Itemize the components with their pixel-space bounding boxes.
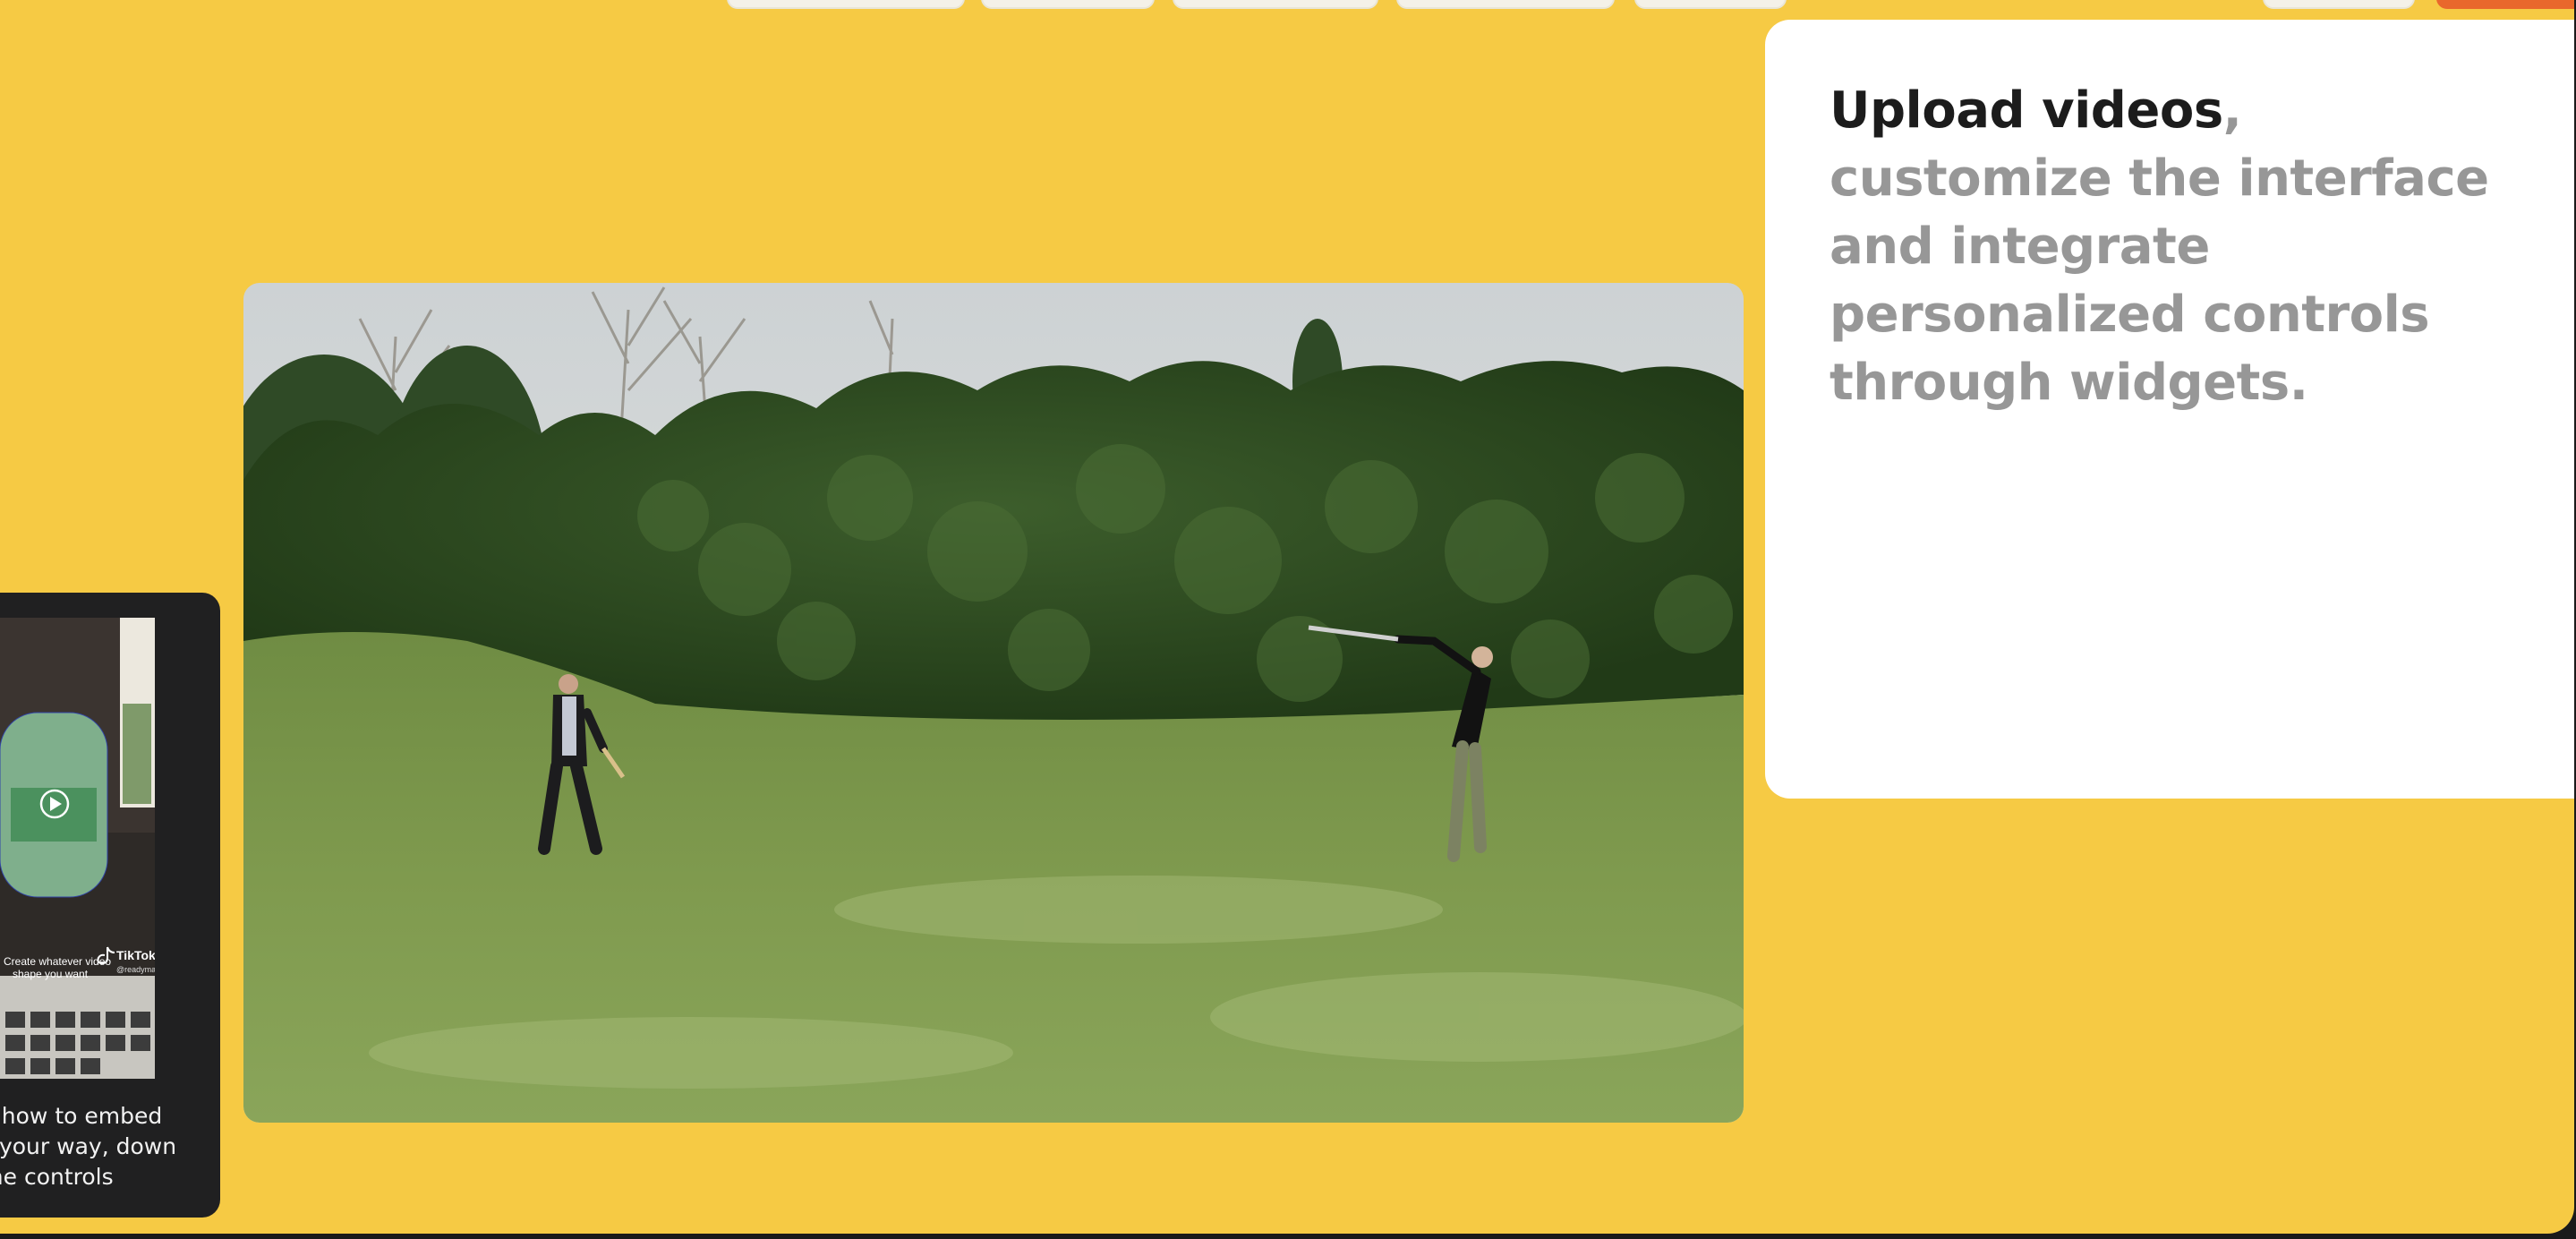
thumb-overlay-text-1: Create whatever video <box>4 955 111 968</box>
nav-tab[interactable] <box>981 0 1155 9</box>
video-player[interactable] <box>243 283 1744 1123</box>
thumbnail-image: Create whatever video shape you want Tik… <box>0 618 155 1079</box>
top-navigation-tabs <box>0 0 2574 9</box>
example-card-caption: n how to embed s your way, down the cont… <box>0 1101 213 1192</box>
feature-headline: Upload videos, customize the interface a… <box>1830 77 2528 417</box>
nav-tab[interactable] <box>1634 0 1787 9</box>
nav-accent-button[interactable] <box>2436 0 2574 9</box>
page-canvas: Upload videos, customize the interface a… <box>0 0 2574 1234</box>
nav-tab[interactable] <box>727 0 965 9</box>
headline-emphasis: Upload videos <box>1830 81 2223 140</box>
thumb-overlay-text-2: shape you want <box>13 968 89 980</box>
example-card[interactable]: Create whatever video shape you want Tik… <box>0 593 220 1218</box>
thumb-brand: TikTok <box>116 948 155 962</box>
nav-tab[interactable] <box>2263 0 2415 9</box>
example-thumbnail[interactable]: Create whatever video shape you want Tik… <box>0 618 155 1079</box>
video-frame-image <box>243 283 1744 1123</box>
caption-line: s your way, down <box>0 1133 177 1159</box>
nav-tab[interactable] <box>1396 0 1615 9</box>
feature-text-card: Upload videos, customize the interface a… <box>1765 20 2574 799</box>
caption-line: n how to embed <box>0 1103 163 1129</box>
caption-line: the controls <box>0 1164 114 1190</box>
nav-tab[interactable] <box>1173 0 1378 9</box>
thumb-handle: @readymag <box>116 965 155 974</box>
